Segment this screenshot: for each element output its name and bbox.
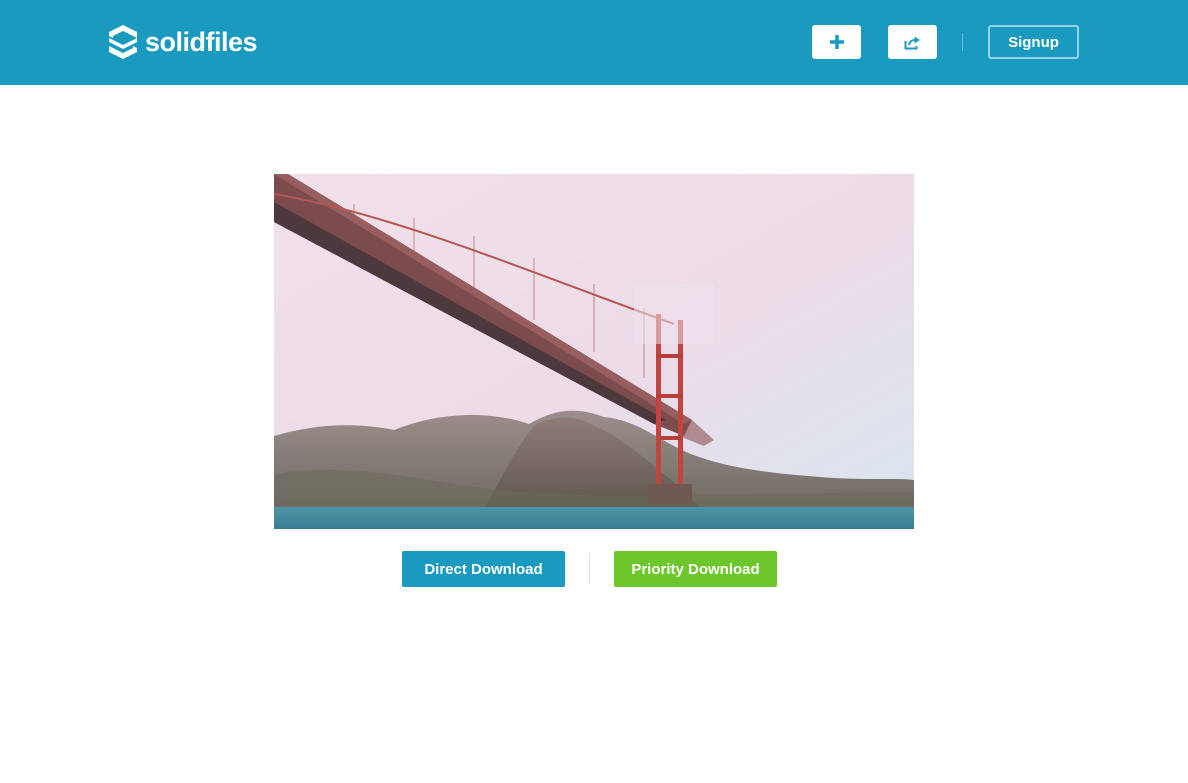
solidfiles-s-logo-icon <box>109 25 137 59</box>
brand-name: solidfiles <box>145 27 258 57</box>
signup-button[interactable]: Signup <box>988 25 1079 59</box>
nav-divider <box>962 33 963 51</box>
download-divider <box>589 554 590 584</box>
direct-download-button[interactable]: Direct Download <box>402 551 565 587</box>
file-preview-image <box>274 174 914 529</box>
share-icon <box>904 36 920 49</box>
plus-icon <box>829 35 844 49</box>
priority-download-button[interactable]: Priority Download <box>614 551 777 587</box>
solidfiles-logo[interactable]: solidfiles <box>108 24 258 60</box>
add-button[interactable] <box>812 25 861 59</box>
share-button[interactable] <box>888 25 937 59</box>
top-navbar: solidfiles Signup <box>0 0 1188 85</box>
